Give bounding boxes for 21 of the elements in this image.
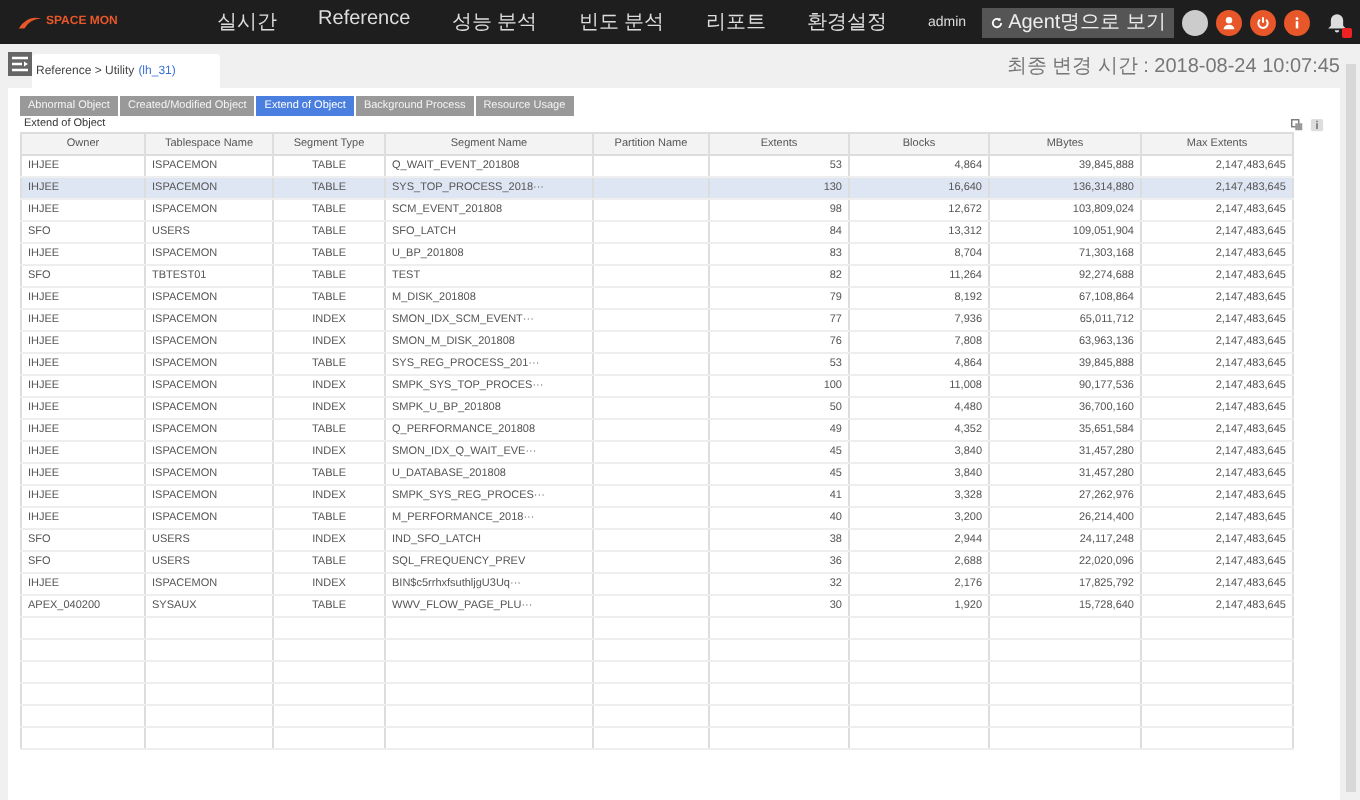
last-updated-time: 최종 변경 시간 : 2018-08-24 10:07:45 <box>1006 54 1340 80</box>
power-button[interactable] <box>1250 9 1276 35</box>
person-icon <box>1220 13 1238 31</box>
menu-item[interactable]: 환경설정 <box>807 8 888 36</box>
logo-swoosh-icon <box>16 13 44 31</box>
menu-item[interactable]: 빈도 분석 <box>578 8 665 36</box>
menu-item[interactable]: 성능 분석 <box>451 8 538 36</box>
menu-icon <box>10 54 30 74</box>
info-icon[interactable] <box>1310 117 1324 131</box>
user-button[interactable] <box>1216 9 1242 35</box>
menu-item[interactable]: 실시간 <box>216 8 277 36</box>
menu-item[interactable]: Reference <box>318 8 411 36</box>
info-button[interactable] <box>1284 9 1310 35</box>
refresh-icon <box>990 15 1005 29</box>
bell-icon <box>1326 11 1348 33</box>
export-icon[interactable] <box>1290 117 1304 131</box>
menu-toggle-button[interactable] <box>8 52 32 76</box>
power-icon <box>1254 13 1272 31</box>
menu-item[interactable]: 리포트 <box>705 8 766 36</box>
notification-button[interactable] <box>1326 11 1348 33</box>
agent-view-button[interactable]: Agent명으로 보기 <box>982 7 1174 37</box>
